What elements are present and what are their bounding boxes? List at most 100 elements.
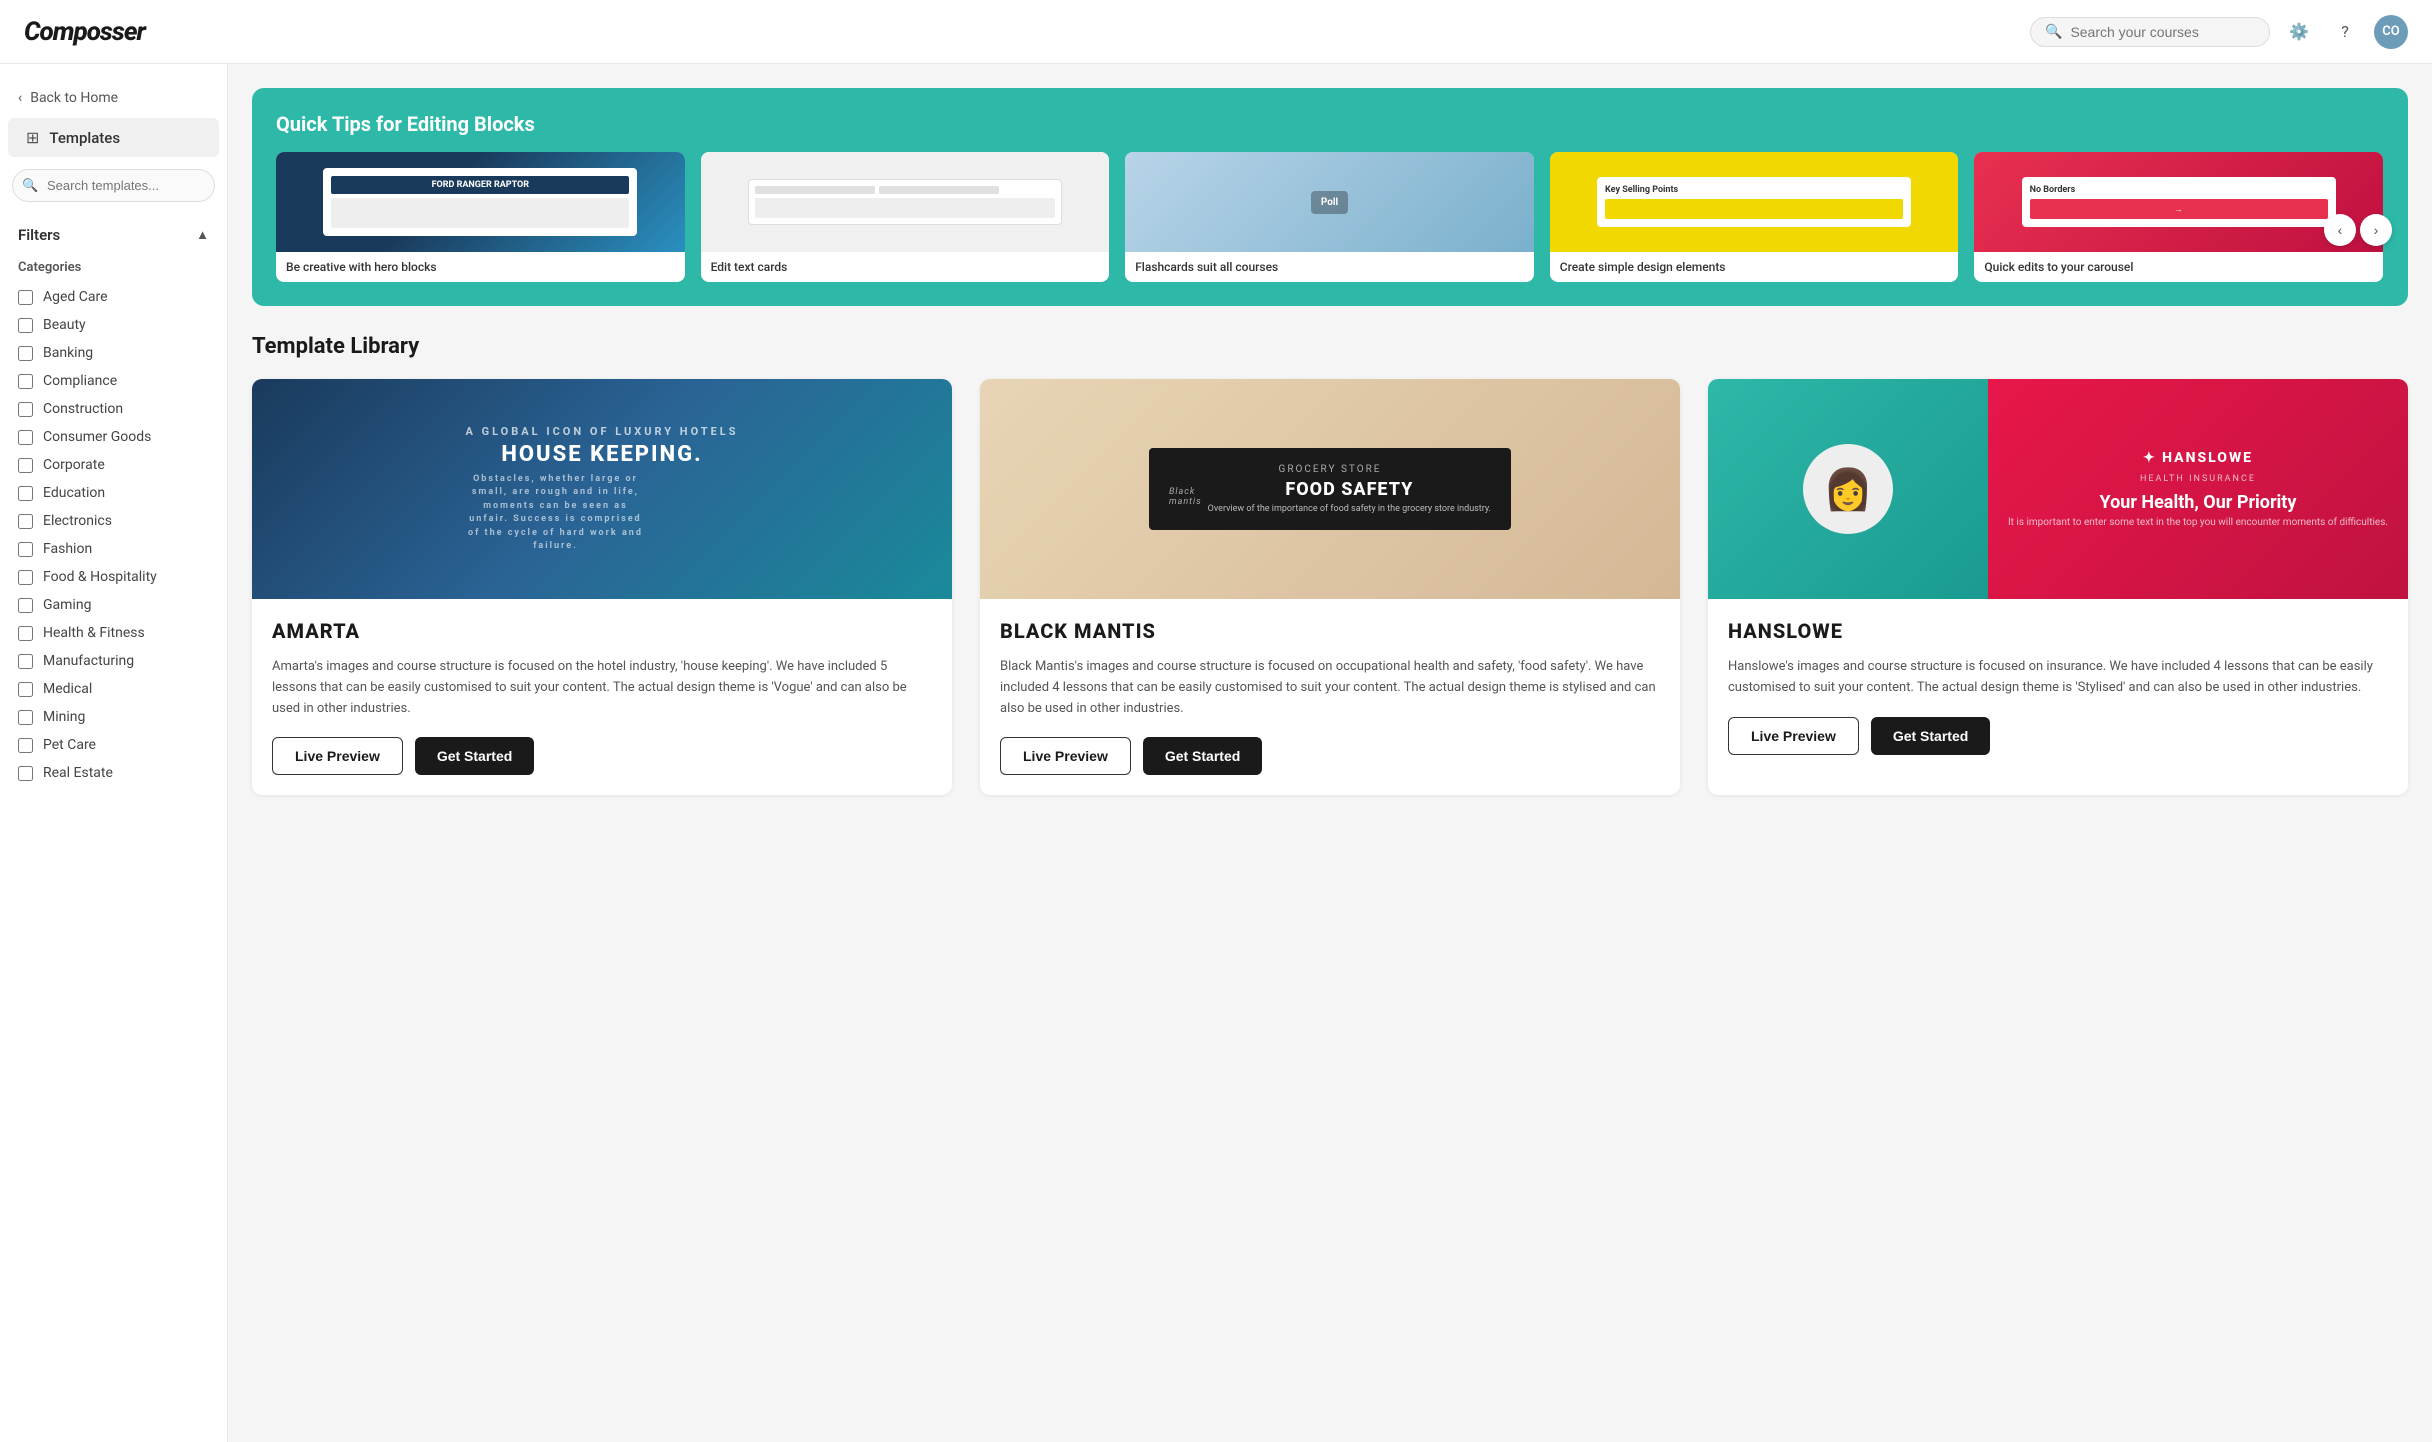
category-label-consumer-goods: Consumer Goods xyxy=(43,429,151,445)
category-checkbox-education[interactable] xyxy=(18,486,33,501)
amarta-desc: Amarta's images and course structure is … xyxy=(272,657,932,719)
category-label-real-estate: Real Estate xyxy=(43,765,113,781)
quick-tips-title: Quick Tips for Editing Blocks xyxy=(276,112,2384,136)
category-item-real-estate[interactable]: Real Estate xyxy=(14,759,213,787)
hanslowe-card-body: HANSLOWE Hanslowe's images and course st… xyxy=(1708,599,2408,775)
hanslowe-desc: Hanslowe's images and course structure i… xyxy=(1728,657,2388,699)
hanslowe-preview-content: ✦ HANSLOWE HEALTH INSURANCE Your Health,… xyxy=(2008,450,2388,528)
tip1-label: Be creative with hero blocks xyxy=(276,252,685,282)
category-item-manufacturing[interactable]: Manufacturing xyxy=(14,647,213,675)
template-library-title: Template Library xyxy=(252,334,2408,359)
hanslowe-preview-image: 👩 ✦ HANSLOWE HEALTH INSURANCE Your Healt… xyxy=(1708,379,2408,599)
category-item-electronics[interactable]: Electronics xyxy=(14,507,213,535)
tip1-preview: FORD RANGER RAPTOR xyxy=(323,168,637,236)
category-checkbox-electronics[interactable] xyxy=(18,514,33,529)
category-item-mining[interactable]: Mining xyxy=(14,703,213,731)
amarta-preview-image: A GLOBAL ICON OF LUXURY HOTELS HOUSE KEE… xyxy=(252,379,952,599)
category-checkbox-medical[interactable] xyxy=(18,682,33,697)
category-checkbox-banking[interactable] xyxy=(18,346,33,361)
tip3-preview: Poll xyxy=(1311,191,1348,214)
category-label-medical: Medical xyxy=(43,681,92,697)
sidebar-search-icon: 🔍 xyxy=(22,178,38,193)
tip4-image: Key Selling Points xyxy=(1550,152,1959,252)
category-checkbox-compliance[interactable] xyxy=(18,374,33,389)
category-label-mining: Mining xyxy=(43,709,85,725)
black-mantis-start-button[interactable]: Get Started xyxy=(1143,737,1262,775)
category-item-consumer-goods[interactable]: Consumer Goods xyxy=(14,423,213,451)
tip1-image: FORD RANGER RAPTOR xyxy=(276,152,685,252)
tip-card-4[interactable]: Key Selling Points Create simple design … xyxy=(1550,152,1959,282)
tip-card-5[interactable]: No Borders → Quick edits to your carouse… xyxy=(1974,152,2383,282)
amarta-start-button[interactable]: Get Started xyxy=(415,737,534,775)
global-search[interactable]: 🔍 xyxy=(2030,17,2270,47)
category-item-health-fitness[interactable]: Health & Fitness xyxy=(14,619,213,647)
avatar[interactable]: CO xyxy=(2374,15,2408,49)
tip-card-1[interactable]: FORD RANGER RAPTOR Be creative with hero… xyxy=(276,152,685,282)
search-icon: 🔍 xyxy=(2045,24,2062,40)
category-item-aged-care[interactable]: Aged Care xyxy=(14,283,213,311)
category-item-food-hospitality[interactable]: Food & Hospitality xyxy=(14,563,213,591)
bm-desc: Overview of the importance of food safet… xyxy=(1208,504,1491,514)
black-mantis-name: BLACK MANTIS xyxy=(1000,619,1660,643)
amarta-preview-content: A GLOBAL ICON OF LUXURY HOTELS HOUSE KEE… xyxy=(465,425,738,554)
category-checkbox-gaming[interactable] xyxy=(18,598,33,613)
tip3-image: Poll xyxy=(1125,152,1534,252)
tip5-image: No Borders → xyxy=(1974,152,2383,252)
quick-tips-banner: Quick Tips for Editing Blocks FORD RANGE… xyxy=(252,88,2408,306)
tip4-label: Create simple design elements xyxy=(1550,252,1959,282)
tip5-label: Quick edits to your carousel xyxy=(1974,252,2383,282)
tip-card-2[interactable]: Edit text cards xyxy=(701,152,1110,282)
sidebar-item-templates[interactable]: ⊞ Templates xyxy=(8,118,219,157)
category-item-education[interactable]: Education xyxy=(14,479,213,507)
category-item-beauty[interactable]: Beauty xyxy=(14,311,213,339)
category-item-corporate[interactable]: Corporate xyxy=(14,451,213,479)
hanslowe-start-button[interactable]: Get Started xyxy=(1871,717,1990,755)
tip-card-3[interactable]: Poll Flashcards suit all courses xyxy=(1125,152,1534,282)
category-item-banking[interactable]: Banking xyxy=(14,339,213,367)
back-to-home[interactable]: ‹ Back to Home xyxy=(0,80,227,116)
black-mantis-preview-button[interactable]: Live Preview xyxy=(1000,737,1131,775)
global-search-input[interactable] xyxy=(2070,24,2255,40)
category-label-corporate: Corporate xyxy=(43,457,105,473)
category-checkbox-health-fitness[interactable] xyxy=(18,626,33,641)
category-checkbox-food-hospitality[interactable] xyxy=(18,570,33,585)
category-checkbox-pet-care[interactable] xyxy=(18,738,33,753)
category-label-manufacturing: Manufacturing xyxy=(43,653,134,669)
category-checkbox-manufacturing[interactable] xyxy=(18,654,33,669)
category-checkbox-aged-care[interactable] xyxy=(18,290,33,305)
template-search[interactable]: 🔍 xyxy=(12,169,215,202)
category-checkbox-real-estate[interactable] xyxy=(18,766,33,781)
hanslowe-name: HANSLOWE xyxy=(1728,619,2388,643)
category-checkbox-mining[interactable] xyxy=(18,710,33,725)
amarta-preview-button[interactable]: Live Preview xyxy=(272,737,403,775)
category-item-fashion[interactable]: Fashion xyxy=(14,535,213,563)
category-checkbox-construction[interactable] xyxy=(18,402,33,417)
template-search-input[interactable] xyxy=(12,169,215,202)
category-checkbox-consumer-goods[interactable] xyxy=(18,430,33,445)
templates-label: Templates xyxy=(49,129,120,147)
amarta-actions: Live Preview Get Started xyxy=(272,737,932,775)
carousel-prev-button[interactable]: ‹ xyxy=(2324,214,2356,246)
category-label-construction: Construction xyxy=(43,401,123,417)
category-item-gaming[interactable]: Gaming xyxy=(14,591,213,619)
layout: ‹ Back to Home ⊞ Templates 🔍 Filters ▲ C… xyxy=(0,0,2432,1442)
filters-section: Filters ▲ xyxy=(0,218,227,252)
hanslowe-tagline: Your Health, Our Priority xyxy=(2008,492,2388,513)
category-item-compliance[interactable]: Compliance xyxy=(14,367,213,395)
hanslowe-preview-button[interactable]: Live Preview xyxy=(1728,717,1859,755)
carousel-next-button[interactable]: › xyxy=(2360,214,2392,246)
category-checkbox-fashion[interactable] xyxy=(18,542,33,557)
category-checkbox-corporate[interactable] xyxy=(18,458,33,473)
settings-icon[interactable]: ⚙️ xyxy=(2282,15,2316,49)
hanslowe-logo: ✦ HANSLOWE xyxy=(2008,450,2388,466)
templates-grid: A GLOBAL ICON OF LUXURY HOTELS HOUSE KEE… xyxy=(252,379,2408,795)
category-item-pet-care[interactable]: Pet Care xyxy=(14,731,213,759)
template-card-amarta: A GLOBAL ICON OF LUXURY HOTELS HOUSE KEE… xyxy=(252,379,952,795)
header-right: 🔍 ⚙️ ? CO xyxy=(2030,15,2408,49)
category-item-construction[interactable]: Construction xyxy=(14,395,213,423)
category-checkbox-beauty[interactable] xyxy=(18,318,33,333)
category-label-electronics: Electronics xyxy=(43,513,112,529)
category-item-medical[interactable]: Medical xyxy=(14,675,213,703)
filters-chevron[interactable]: ▲ xyxy=(196,227,209,243)
help-icon[interactable]: ? xyxy=(2328,15,2362,49)
